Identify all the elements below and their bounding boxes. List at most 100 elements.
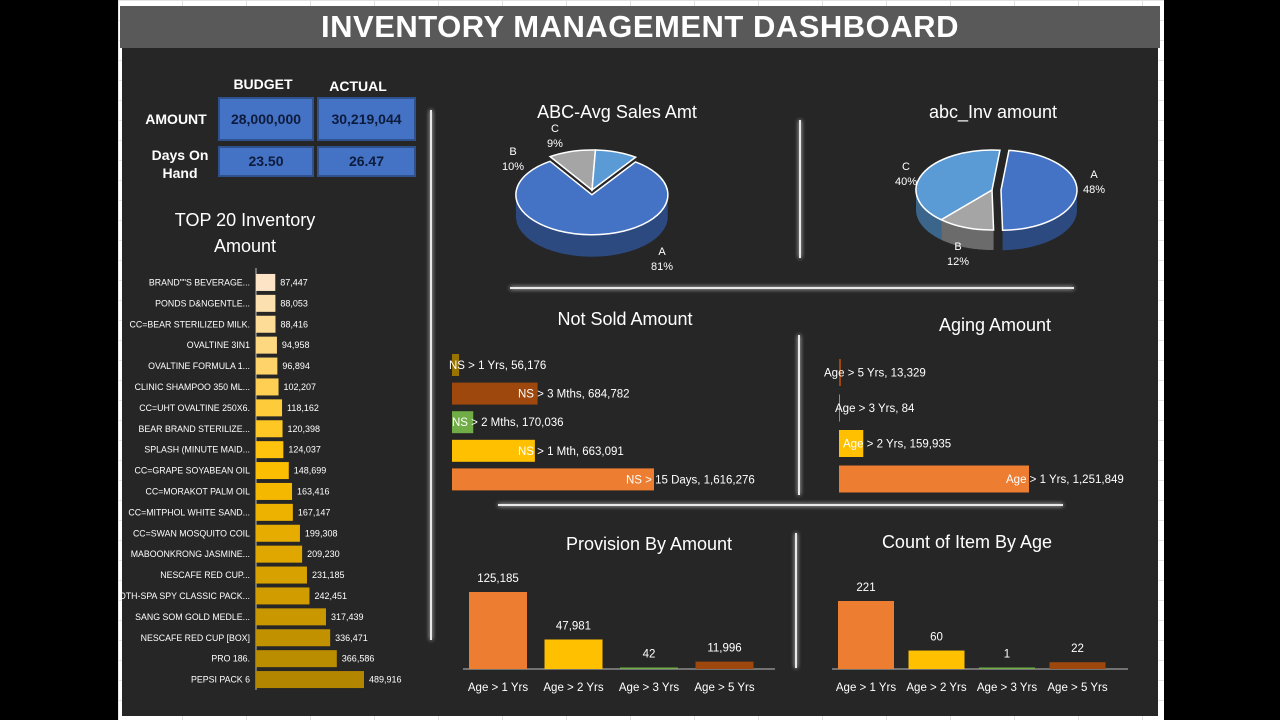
count-category-label: Age > 2 Yrs bbox=[906, 682, 966, 694]
top20-bar bbox=[256, 608, 326, 626]
pie2-title: abc_Inv amount bbox=[928, 102, 1058, 122]
top20-value-label: 366,586 bbox=[342, 654, 375, 664]
pie-label-C: C bbox=[551, 123, 559, 135]
top20-category-label: CC=MORAKOT PALM OIL bbox=[145, 486, 250, 496]
top20-value-label: 317,439 bbox=[331, 612, 364, 622]
top20-category-label: OVALTINE FORMULA 1... bbox=[148, 361, 250, 371]
top20-bar bbox=[256, 524, 300, 542]
divider-horizontal-top bbox=[510, 287, 1074, 289]
kpi-header-budget: BUDGET bbox=[233, 76, 293, 92]
pie-pct-A: 48% bbox=[1083, 184, 1105, 196]
count-title: Count of Item By Age bbox=[881, 532, 1053, 552]
top20-category-label: NESCAFE RED CUP [BOX] bbox=[141, 633, 250, 643]
pie-label-A: A bbox=[658, 246, 666, 258]
aging-title: Aging Amount bbox=[938, 315, 1052, 335]
top20-category-label: CC=GRAPE SOYABEAN OIL bbox=[135, 466, 251, 476]
kpi-amount-actual: 30,219,044 bbox=[317, 97, 416, 141]
kpi-row-days-line2: Hand bbox=[162, 165, 198, 181]
top20-category-label: BEAR BRAND STERILIZE... bbox=[139, 424, 250, 434]
divider-vertical-top bbox=[799, 120, 801, 258]
top20-value-label: 124,037 bbox=[288, 445, 321, 455]
aging-bar bbox=[839, 465, 1029, 493]
not-sold-label: NS > 2 Mths, 170,036 bbox=[452, 417, 564, 429]
top20-bar bbox=[256, 566, 307, 584]
top20-category-label: PRO 186. bbox=[211, 654, 250, 664]
provision-value-label: 11,996 bbox=[707, 643, 741, 655]
provision-category-label: Age > 2 Yrs bbox=[543, 682, 603, 694]
provision-bar bbox=[695, 661, 754, 669]
top20-value-label: 96,894 bbox=[282, 361, 310, 371]
provision-category-label: Age > 1 Yrs bbox=[468, 682, 528, 694]
top20-bar bbox=[256, 545, 303, 563]
provision-category-label: Age > 3 Yrs bbox=[619, 682, 679, 694]
kpi-days-budget: 23.50 bbox=[218, 146, 314, 177]
top20-bar bbox=[256, 336, 277, 354]
not-sold-label: NS > 1 Mth, 663,091 bbox=[518, 446, 624, 458]
not-sold-label: NS > 15 Days, 1,616,276 bbox=[626, 474, 755, 486]
top20-bar bbox=[256, 650, 337, 668]
abc-inv-amount-pie: A 48% B 12% C 40% bbox=[895, 149, 1105, 268]
top20-bar bbox=[256, 294, 276, 312]
top20-value-label: 242,451 bbox=[314, 591, 347, 601]
top20-value-label: 163,416 bbox=[297, 486, 330, 496]
dashboard-title: INVENTORY MANAGEMENT DASHBOARD bbox=[321, 9, 959, 44]
provision-bar bbox=[544, 639, 603, 669]
provision-value-label: 47,981 bbox=[556, 620, 591, 632]
top20-bar bbox=[256, 420, 283, 438]
top20-category-label: PEPSI PACK 6 bbox=[191, 675, 250, 685]
pie-pct-B: 12% bbox=[947, 256, 969, 268]
count-chart: 221 Age > 1 Yrs 60 Age > 2 Yrs 1 Age > 3 Yrs 2… bbox=[832, 582, 1128, 694]
aging-label: Age > 3 Yrs, 84 bbox=[835, 403, 915, 415]
pie-pct-A: 81% bbox=[651, 261, 673, 273]
count-value-label: 22 bbox=[1071, 643, 1084, 655]
pie-pct-C: 40% bbox=[895, 176, 917, 188]
count-value-label: 221 bbox=[856, 582, 875, 594]
kpi-header-actual: ACTUAL bbox=[329, 78, 387, 94]
not-sold-label: NS > 1 Yrs, 56,176 bbox=[449, 360, 546, 372]
top20-category-label: PONDS D&NGENTLE... bbox=[155, 298, 250, 308]
count-bar bbox=[979, 667, 1035, 669]
top20-value-label: 336,471 bbox=[335, 633, 368, 643]
top20-bar bbox=[256, 587, 310, 605]
top20-bar bbox=[256, 315, 276, 333]
top20-value-label: 118,162 bbox=[287, 403, 319, 413]
top20-title: TOP 20 Inventory Amount bbox=[150, 207, 340, 259]
abc-avg-sales-pie: A 81% B 10% C 9% bbox=[502, 123, 673, 273]
provision-title: Provision By Amount bbox=[565, 534, 733, 554]
top20-value-label: 94,958 bbox=[282, 340, 310, 350]
top20-value-label: 120,398 bbox=[288, 424, 321, 434]
provision-value-label: 125,185 bbox=[477, 573, 519, 585]
top20-value-label: 167,147 bbox=[298, 507, 331, 517]
divider-vertical-left bbox=[430, 110, 432, 640]
aging-chart: Age > 5 Yrs, 13,329 Age > 3 Yrs, 84 Age > … bbox=[824, 359, 1124, 493]
top20-category-label: OTH-SPA SPY CLASSIC PACK... bbox=[122, 591, 250, 601]
top20-bar bbox=[256, 462, 289, 480]
kpi-row-days-line1: Days On bbox=[151, 147, 209, 163]
top20-bar bbox=[256, 273, 276, 291]
top20-value-label: 148,699 bbox=[294, 466, 327, 476]
top20-category-label: MABOONKRONG JASMINE... bbox=[131, 549, 250, 559]
top20-title-line2: Amount bbox=[213, 236, 277, 256]
top20-value-label: 231,185 bbox=[312, 570, 345, 580]
pie-label-C: C bbox=[902, 161, 910, 173]
not-sold-chart: NS > 1 Yrs, 56,176 NS > 3 Mths, 684,782 NS… bbox=[449, 354, 755, 491]
divider-vertical-mid bbox=[798, 335, 800, 495]
top20-category-label: NESCAFE RED CUP... bbox=[160, 570, 250, 580]
divider-horizontal-bottom bbox=[498, 504, 1063, 506]
top20-bar bbox=[256, 482, 293, 500]
top20-category-label: SPLASH (MINUTE MAID... bbox=[144, 445, 250, 455]
top20-value-label: 209,230 bbox=[307, 549, 340, 559]
top20-bar bbox=[256, 503, 293, 521]
count-category-label: Age > 1 Yrs bbox=[836, 682, 896, 694]
not-sold-title: Not Sold Amount bbox=[557, 309, 693, 329]
top20-bar bbox=[256, 629, 331, 647]
provision-value-label: 42 bbox=[643, 649, 656, 661]
top20-category-label: CC=SWAN MOSQUITO COIL bbox=[133, 528, 250, 538]
not-sold-bar bbox=[452, 468, 654, 491]
pie-pct-B: 10% bbox=[502, 161, 524, 173]
top20-category-label: CC=UHT OVALTINE 250X6. bbox=[139, 403, 250, 413]
top20-bar bbox=[256, 399, 283, 417]
kpi-days-actual: 26.47 bbox=[317, 146, 416, 177]
provision-bar bbox=[469, 592, 527, 669]
pie-label-A: A bbox=[1090, 169, 1098, 181]
